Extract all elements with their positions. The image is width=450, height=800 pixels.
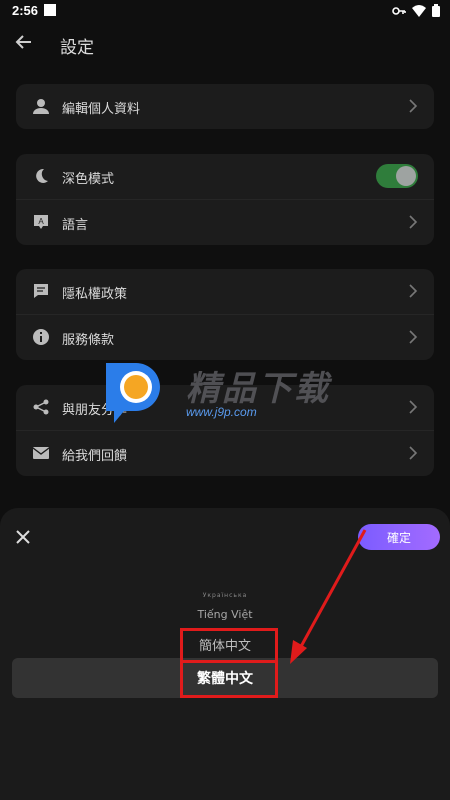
back-arrow-icon[interactable]	[14, 32, 34, 52]
row-label: 給我們回饋	[62, 449, 128, 464]
status-bar: 2:56	[0, 0, 450, 22]
row-language[interactable]: A 語言	[16, 199, 434, 245]
row-label: 編輯個人資料	[62, 102, 141, 117]
settings-group-profile: 編輯個人資料	[16, 84, 434, 129]
row-label: 與朋友分享	[62, 403, 128, 418]
notification-icon	[44, 4, 56, 16]
moon-icon	[36, 168, 48, 183]
status-time: 2:56	[12, 3, 39, 18]
highlight-box-selected	[180, 660, 278, 698]
page-title: 設定	[60, 38, 94, 58]
mail-icon	[32, 447, 50, 459]
person-icon	[33, 99, 49, 114]
row-label: 語言	[62, 218, 89, 233]
picker-option[interactable]: Українська	[0, 592, 450, 599]
settings-group-social: 與朋友分享 給我們回饋	[16, 385, 434, 476]
chevron-right-icon	[409, 446, 418, 460]
share-icon	[33, 399, 49, 415]
toggle-knob	[396, 166, 416, 186]
message-icon	[34, 284, 48, 298]
row-dark-mode[interactable]: 深色模式	[16, 154, 434, 199]
battery-icon	[432, 4, 440, 17]
row-share[interactable]: 與朋友分享	[16, 385, 434, 430]
wifi-icon	[412, 4, 426, 17]
row-privacy-policy[interactable]: 隱私權政策	[16, 269, 434, 314]
row-label: 隱私權政策	[62, 287, 128, 302]
language-icon: A	[34, 215, 48, 229]
picker-option[interactable]: Tiếng Việt	[0, 608, 450, 621]
chevron-right-icon	[409, 215, 418, 229]
confirm-button[interactable]: 確定	[358, 524, 440, 550]
chevron-right-icon	[409, 284, 418, 298]
row-feedback[interactable]: 給我們回饋	[16, 430, 434, 476]
close-icon[interactable]	[14, 528, 32, 546]
dark-mode-toggle[interactable]	[376, 164, 418, 188]
svg-text:A: A	[38, 217, 44, 226]
row-label: 服務條款	[62, 333, 115, 348]
settings-group-legal: 隱私權政策 服務條款	[16, 269, 434, 360]
info-icon	[33, 329, 49, 345]
settings-group-display: 深色模式 A 語言	[16, 154, 434, 245]
chevron-right-icon	[409, 99, 418, 113]
row-edit-profile[interactable]: 編輯個人資料	[16, 84, 434, 129]
app-bar: 設定	[0, 22, 450, 66]
row-terms[interactable]: 服務條款	[16, 314, 434, 360]
chevron-right-icon	[409, 400, 418, 414]
key-icon	[392, 6, 406, 15]
chevron-right-icon	[409, 330, 418, 344]
row-label: 深色模式	[62, 172, 115, 187]
